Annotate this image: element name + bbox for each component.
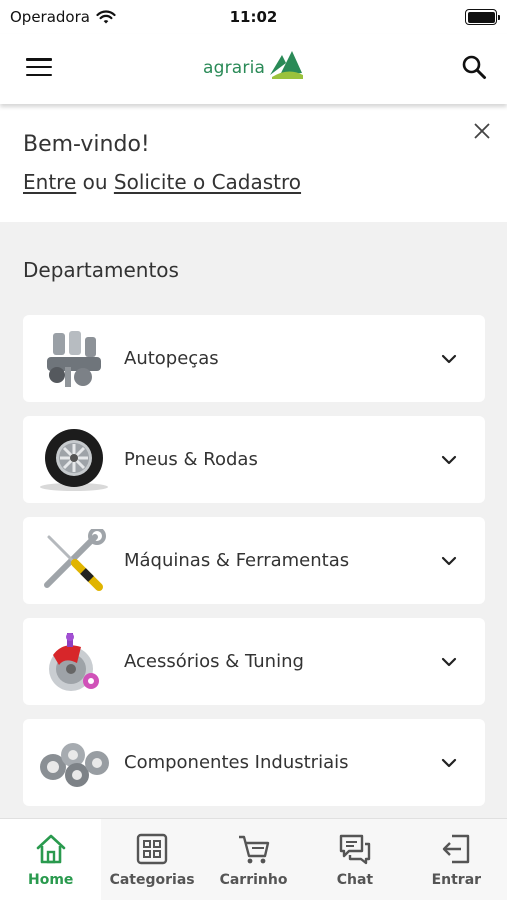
nav-label: Entrar — [431, 872, 482, 888]
connector-text: ou — [76, 170, 114, 194]
welcome-banner: Bem-vindo! Entre ou Solicite o Cadastro — [0, 104, 507, 222]
nav-label: Chat — [336, 872, 374, 888]
bearings-image — [35, 728, 113, 798]
login-link[interactable]: Entre — [23, 170, 76, 194]
welcome-title: Bem-vindo! — [23, 132, 150, 157]
logo-text: agraria — [203, 58, 266, 78]
status-left: Operadora — [10, 8, 116, 26]
tools-image — [35, 526, 113, 596]
department-label: Componentes Industriais — [124, 751, 349, 773]
nav-chat[interactable]: Chat — [304, 819, 405, 900]
nav-entrar[interactable]: Entrar — [406, 819, 507, 900]
agraria-logo[interactable]: agraria — [203, 49, 304, 79]
nav-label: Home — [27, 872, 74, 888]
register-link[interactable]: Solicite o Cadastro — [114, 170, 301, 194]
chevron-down-icon[interactable] — [441, 351, 457, 367]
battery-icon — [465, 9, 500, 25]
chevron-down-icon[interactable] — [441, 654, 457, 670]
department-label: Autopeças — [124, 347, 219, 369]
chat-icon — [339, 834, 371, 865]
departments-list: Autopeças Pneus & Rodas Máquinas & Ferra… — [23, 315, 485, 820]
app-header: agraria — [0, 34, 507, 104]
clock: 11:02 — [229, 8, 278, 26]
nav-label: Categorias — [109, 872, 195, 888]
cart-icon — [238, 835, 269, 864]
department-item-pneus-rodas[interactable]: Pneus & Rodas — [23, 416, 485, 503]
department-label: Acessórios & Tuning — [124, 650, 304, 672]
nav-carrinho[interactable]: Carrinho — [203, 819, 304, 900]
tire-image — [35, 425, 113, 495]
bottom-navigation: Home Categorias Carrinho Chat Entrar — [0, 818, 507, 900]
status-bar: Operadora 11:02 — [0, 0, 507, 34]
engine-parts-image — [35, 324, 113, 394]
chevron-down-icon[interactable] — [441, 452, 457, 468]
department-label: Máquinas & Ferramentas — [124, 549, 350, 571]
grid-icon — [136, 833, 168, 865]
logo-mark-icon — [270, 51, 304, 79]
chevron-down-icon[interactable] — [441, 553, 457, 569]
brake-tuning-image — [35, 627, 113, 697]
nav-home[interactable]: Home — [0, 819, 102, 900]
nav-label: Carrinho — [219, 872, 288, 888]
department-item-maquinas-ferramentas[interactable]: Máquinas & Ferramentas — [23, 517, 485, 604]
login-icon — [443, 834, 470, 864]
hamburger-menu-icon[interactable] — [26, 56, 52, 78]
department-item-componentes-industriais[interactable]: Componentes Industriais — [23, 719, 485, 806]
home-icon — [36, 834, 66, 864]
department-item-acessorios-tuning[interactable]: Acessórios & Tuning — [23, 618, 485, 705]
chevron-down-icon[interactable] — [441, 755, 457, 771]
department-label: Pneus & Rodas — [124, 448, 258, 470]
wifi-icon — [96, 9, 116, 23]
welcome-links: Entre ou Solicite o Cadastro — [23, 170, 301, 194]
carrier-label: Operadora — [10, 8, 90, 26]
search-icon[interactable] — [461, 54, 487, 80]
nav-categorias[interactable]: Categorias — [101, 819, 202, 900]
department-item-autopecas[interactable]: Autopeças — [23, 315, 485, 402]
close-icon[interactable] — [473, 122, 491, 140]
departments-title: Departamentos — [23, 258, 179, 282]
